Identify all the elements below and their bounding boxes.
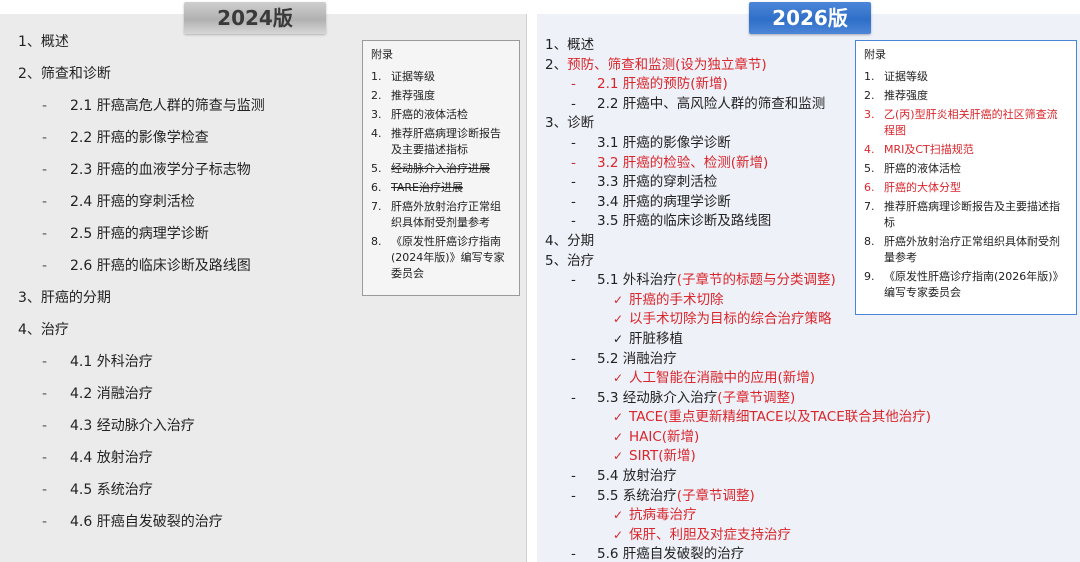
toc-subitem-new: ✓ 人工智能在消融中的应用(新增) <box>545 369 931 389</box>
appendix-2024: 附录 1. 证据等级 2. 推荐强度 3. 肝癌的液体活检 4. 推荐肝癌病理诊断报告及… <box>362 40 520 296</box>
appendix-item: 2. 推荐强度 <box>864 89 928 102</box>
toc-item: -4.3 经动脉介入治疗 <box>42 418 195 434</box>
check-icon: ✓ <box>613 331 624 346</box>
dash-bullet: - <box>571 350 576 367</box>
toc-subitem: ✓ 肝脏移植 <box>545 330 931 350</box>
version-tab-2024: 2024版 <box>184 2 326 34</box>
appendix-item-new: 6. 肝癌的大体分型 <box>864 181 961 194</box>
appendix-2026: 附录 1. 证据等级 2. 推荐强度 3. 乙(丙)型肝炎相关肝癌的社区筛查流程图 4… <box>855 40 1077 315</box>
appendix-item: 1. 证据等级 <box>371 70 435 83</box>
check-icon: ✓ <box>613 449 624 464</box>
dash-bullet: - <box>42 258 48 274</box>
dash-bullet: - <box>42 418 48 434</box>
appendix-item: 8. 《原发性肝癌诊疗指南(2024年版)》编写专家委员会 <box>371 235 505 280</box>
toc-item: -5.6 肝癌自发破裂的治疗 <box>545 545 931 562</box>
dash-bullet: - <box>571 76 576 93</box>
panel-2024: 2024版 1、概述 2、筛查和诊断 -2.1 肝癌高危人群的筛查与监测 -2.… <box>0 2 527 562</box>
dash-bullet: - <box>571 134 576 151</box>
check-icon: ✓ <box>613 292 624 307</box>
check-icon: ✓ <box>613 527 624 542</box>
dash-bullet: - <box>571 487 576 504</box>
check-icon: ✓ <box>613 410 624 425</box>
dash-bullet: - <box>571 95 576 112</box>
appendix-item: 8. 肝癌外放射治疗正常组织具体耐受剂量参考 <box>864 235 1060 264</box>
toc-item: -4.6 肝癌自发破裂的治疗 <box>42 514 223 530</box>
toc-item: -2.4 肝癌的穿刺活检 <box>42 194 195 210</box>
dash-bullet: - <box>42 354 48 370</box>
dash-bullet: - <box>571 174 576 191</box>
appendix-item-new: 4. MRI及CT扫描规范 <box>864 143 974 156</box>
appendix-item: 1. 证据等级 <box>864 70 928 83</box>
toc-subitem-new: ✓ SIRT(新增) <box>545 447 931 467</box>
toc-item: -5.3 经动脉介入治疗(子章节调整) <box>545 389 931 409</box>
dash-bullet: - <box>42 386 48 402</box>
dash-bullet: - <box>571 389 576 406</box>
toc-item: 3、肝癌的分期 <box>18 290 111 306</box>
dash-bullet: - <box>571 154 576 171</box>
dash-bullet: - <box>571 213 576 230</box>
appendix-item-removed: 5. 经动脉介入治疗进展 <box>371 162 490 175</box>
dash-bullet: - <box>571 546 576 562</box>
dash-bullet: - <box>571 468 576 485</box>
panel-2026: 2026版 1、概述 2、预防、筛查和监测(设为独立章节) -2.1 肝癌的预防… <box>537 2 1080 562</box>
toc-item: -4.1 外科治疗 <box>42 354 153 370</box>
toc-item: -4.5 系统治疗 <box>42 482 153 498</box>
appendix-item: 7. 肝癌外放射治疗正常组织具体耐受剂量参考 <box>371 200 501 229</box>
toc-item: -2.1 肝癌高危人群的筛查与监测 <box>42 98 265 114</box>
toc-item: -5.2 消融治疗 <box>545 350 931 370</box>
toc-item: -2.5 肝癌的病理学诊断 <box>42 226 209 242</box>
toc-subitem-new: ✓ 抗病毒治疗 <box>545 506 931 526</box>
appendix-item-new: 3. 乙(丙)型肝炎相关肝癌的社区筛查流程图 <box>864 108 1058 137</box>
check-icon: ✓ <box>613 429 624 444</box>
toc-subitem-new: ✓ TACE(重点更新精细TACE以及TACE联合其他治疗) <box>545 408 931 428</box>
appendix-item-removed: 6. TARE治疗进展 <box>371 181 463 194</box>
version-tab-2026: 2026版 <box>749 2 871 34</box>
appendix-title: 附录 <box>864 48 886 61</box>
toc-subitem-new: ✓ 保肝、利胆及对症支持治疗 <box>545 526 931 546</box>
toc-item: -4.4 放射治疗 <box>42 450 153 466</box>
appendix-item: 5. 肝癌的液体活检 <box>864 162 961 175</box>
appendix-item: 9. 《原发性肝癌诊疗指南(2026年版)》编写专家委员会 <box>864 270 1064 299</box>
appendix-item: 4. 推荐肝癌病理诊断报告及主要描述指标 <box>371 127 501 156</box>
dash-bullet: - <box>42 482 48 498</box>
check-icon: ✓ <box>613 508 624 523</box>
toc-item: -4.2 消融治疗 <box>42 386 153 402</box>
toc-item: -2.6 肝癌的临床诊断及路线图 <box>42 258 251 274</box>
appendix-item: 3. 肝癌的液体活检 <box>371 108 468 121</box>
toc-item: -5.5 系统治疗(子章节调整) <box>545 487 931 507</box>
dash-bullet: - <box>42 450 48 466</box>
dash-bullet: - <box>571 193 576 210</box>
dash-bullet: - <box>42 162 48 178</box>
toc-2024: 1、概述 2、筛查和诊断 -2.1 肝癌高危人群的筛查与监测 -2.2 肝癌的影… <box>18 32 265 544</box>
dash-bullet: - <box>42 226 48 242</box>
toc-subitem-new: ✓ HAIC(新增) <box>545 428 931 448</box>
appendix-item: 7. 推荐肝癌病理诊断报告及主要描述指标 <box>864 200 1060 229</box>
toc-item: 1、概述 <box>18 34 69 50</box>
dash-bullet: - <box>42 194 48 210</box>
toc-item: -2.2 肝癌的影像学检查 <box>42 130 209 146</box>
dash-bullet: - <box>42 130 48 146</box>
appendix-item: 2. 推荐强度 <box>371 89 435 102</box>
toc-item: -5.4 放射治疗 <box>545 467 931 487</box>
dash-bullet: - <box>42 98 48 114</box>
dash-bullet: - <box>42 514 48 530</box>
appendix-title: 附录 <box>371 48 393 61</box>
toc-item: 2、筛查和诊断 <box>18 66 111 82</box>
toc-item: 4、治疗 <box>18 322 69 338</box>
check-icon: ✓ <box>613 371 624 386</box>
toc-item: -2.3 肝癌的血液学分子标志物 <box>42 162 251 178</box>
dash-bullet: - <box>571 272 576 289</box>
check-icon: ✓ <box>613 312 624 327</box>
